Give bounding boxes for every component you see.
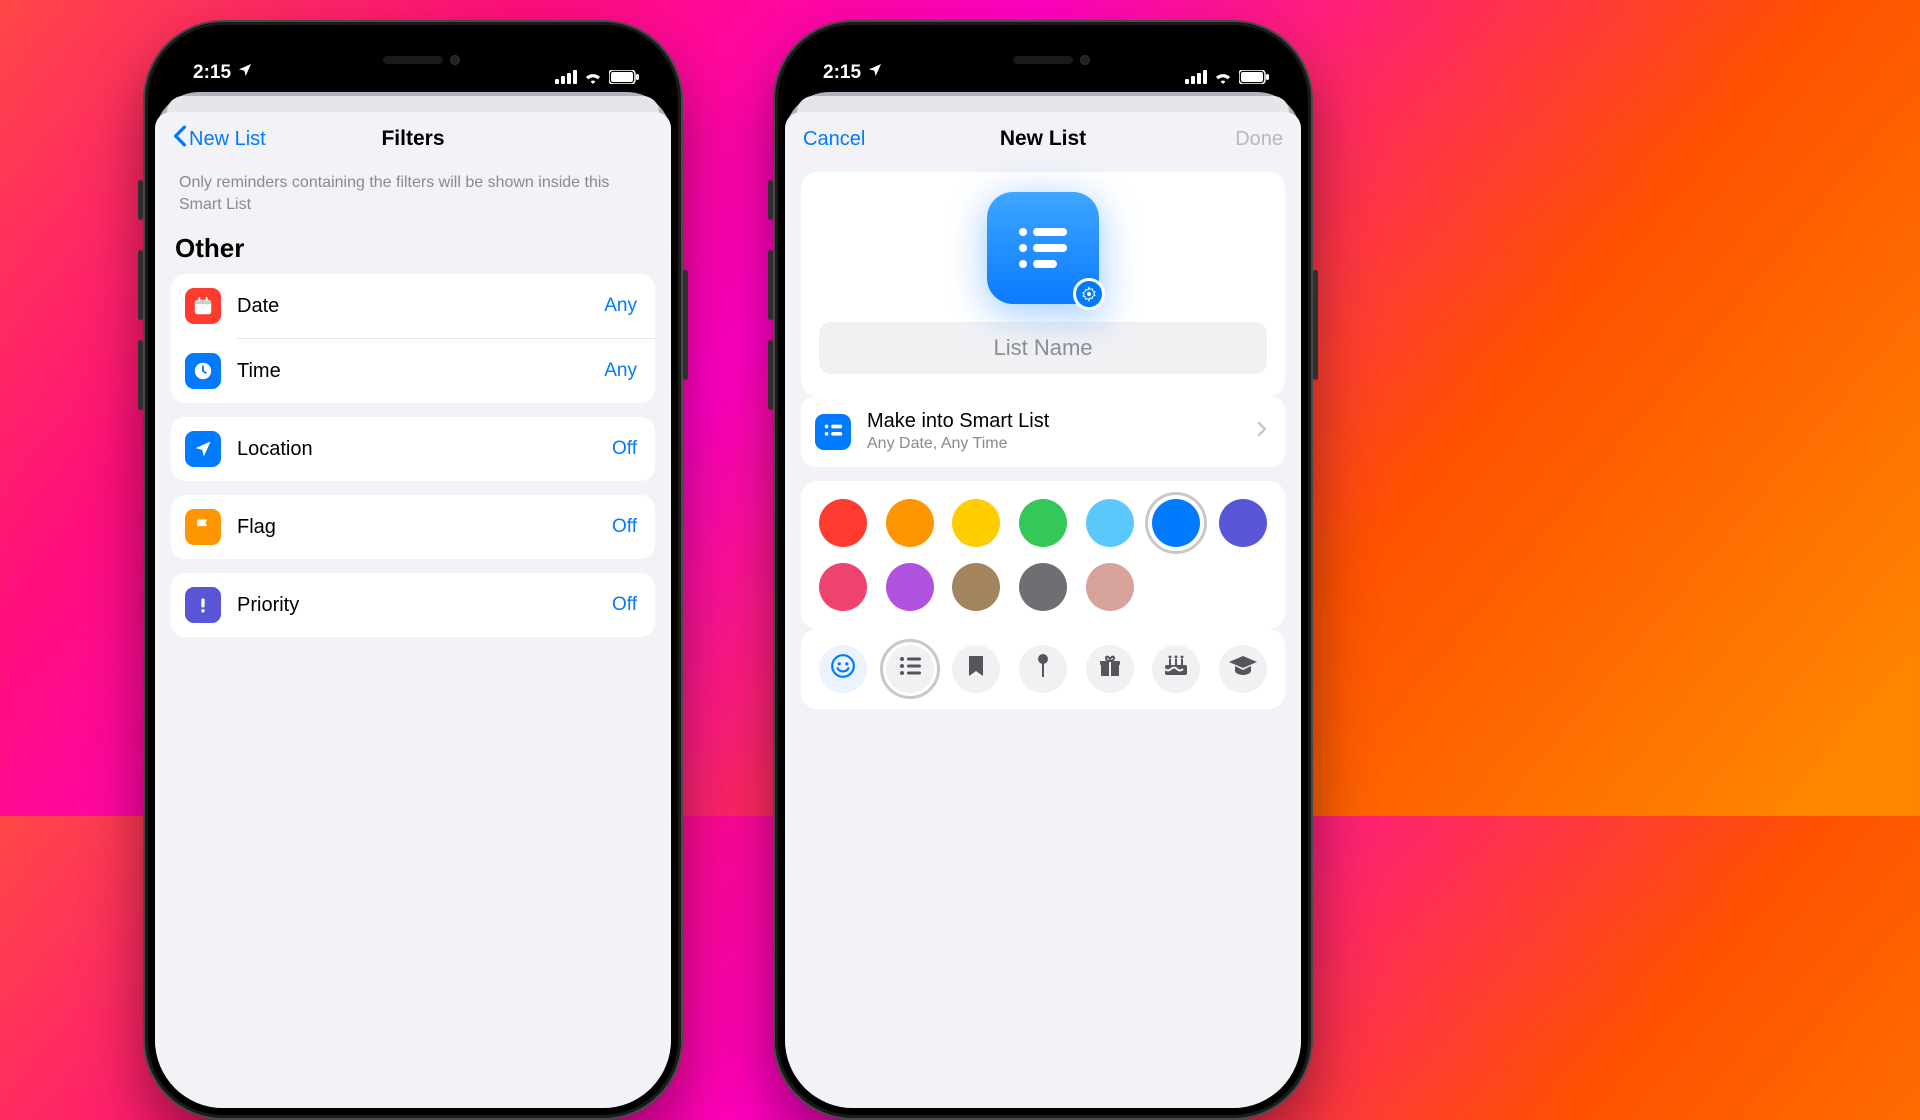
icon-pick-bookmark[interactable] — [952, 645, 1000, 693]
back-button[interactable]: New List — [173, 125, 266, 153]
filter-flag-label: Flag — [237, 516, 596, 539]
notch — [938, 42, 1148, 78]
status-time: 2:15 — [823, 62, 861, 84]
list-hero-card: List Name — [801, 172, 1285, 396]
gear-badge-icon — [1073, 278, 1105, 310]
cancel-button[interactable]: Cancel — [803, 128, 865, 151]
priority-icon — [185, 587, 221, 623]
flag-icon — [185, 509, 221, 545]
chevron-right-icon — [1257, 420, 1267, 443]
filter-row-location[interactable]: Location Off — [171, 417, 655, 481]
gift-icon — [1098, 654, 1122, 684]
filters-hint: Only reminders containing the filters wi… — [171, 166, 655, 225]
chevron-left-icon — [173, 125, 187, 153]
color-yellow[interactable] — [952, 499, 1000, 547]
phone-right: 2:15 Cancel New List Done — [773, 20, 1313, 1120]
pin-icon — [1034, 653, 1052, 685]
notch — [308, 42, 518, 78]
color-brown[interactable] — [952, 563, 1000, 611]
color-green[interactable] — [1019, 499, 1067, 547]
location-arrow-icon — [867, 62, 883, 84]
filter-date-value: Any — [604, 295, 637, 317]
cake-icon — [1163, 655, 1189, 683]
battery-icon — [609, 70, 639, 84]
color-blue[interactable] — [1152, 499, 1200, 547]
wifi-icon — [1213, 70, 1233, 84]
filter-priority-value: Off — [612, 594, 637, 616]
wifi-icon — [583, 70, 603, 84]
color-orange[interactable] — [886, 499, 934, 547]
filter-date-label: Date — [237, 295, 588, 318]
filter-location-value: Off — [612, 438, 637, 460]
color-lightblue[interactable] — [1086, 499, 1134, 547]
filter-row-time[interactable]: Time Any — [171, 339, 655, 403]
calendar-icon — [185, 288, 221, 324]
clock-icon — [185, 353, 221, 389]
location-icon — [185, 431, 221, 467]
smart-list-icon — [815, 414, 851, 450]
filter-row-flag[interactable]: Flag Off — [171, 495, 655, 559]
color-red[interactable] — [819, 499, 867, 547]
filter-priority-label: Priority — [237, 594, 596, 617]
status-time: 2:15 — [193, 62, 231, 84]
icon-pick-emoji[interactable] — [819, 645, 867, 693]
cellular-icon — [1185, 70, 1207, 84]
color-rose[interactable] — [1086, 563, 1134, 611]
screen: 2:15 New List Filters — [155, 32, 671, 1108]
page-title: Filters — [333, 127, 493, 151]
icon-picker — [801, 629, 1285, 709]
emoji-icon — [830, 653, 856, 685]
color-purple[interactable] — [886, 563, 934, 611]
page-title: New List — [963, 127, 1123, 151]
filter-time-value: Any — [604, 360, 637, 382]
back-label: New List — [189, 128, 266, 151]
filter-time-label: Time — [237, 360, 588, 383]
location-arrow-icon — [237, 62, 253, 84]
color-picker — [801, 481, 1285, 629]
list-icon-preview — [987, 192, 1099, 304]
filter-location-label: Location — [237, 438, 596, 461]
color-gray[interactable] — [1019, 563, 1067, 611]
filter-group-datetime: Date Any Time Any — [171, 274, 655, 403]
list-icon — [898, 656, 922, 682]
color-pink[interactable] — [819, 563, 867, 611]
graduation-icon — [1229, 656, 1257, 682]
color-indigo[interactable] — [1219, 499, 1267, 547]
smart-list-title: Make into Smart List — [867, 410, 1241, 433]
filter-flag-value: Off — [612, 516, 637, 538]
phone-left: 2:15 New List Filters — [143, 20, 683, 1120]
nav-bar: New List Filters — [155, 112, 671, 166]
icon-pick-cake[interactable] — [1152, 645, 1200, 693]
list-name-input[interactable]: List Name — [819, 322, 1267, 374]
make-smart-list-row[interactable]: Make into Smart List Any Date, Any Time — [801, 396, 1285, 467]
new-list-sheet: Cancel New List Done — [785, 112, 1301, 1108]
smart-list-subtitle: Any Date, Any Time — [867, 435, 1241, 453]
battery-icon — [1239, 70, 1269, 84]
filter-row-priority[interactable]: Priority Off — [171, 573, 655, 637]
done-button[interactable]: Done — [1235, 128, 1283, 151]
filter-row-date[interactable]: Date Any — [171, 274, 655, 338]
icon-pick-gift[interactable] — [1086, 645, 1134, 693]
nav-bar: Cancel New List Done — [785, 112, 1301, 166]
bookmark-icon — [967, 654, 985, 684]
screen: 2:15 Cancel New List Done — [785, 32, 1301, 1108]
cellular-icon — [555, 70, 577, 84]
section-other: Other — [171, 225, 655, 274]
icon-pick-pin[interactable] — [1019, 645, 1067, 693]
icon-pick-graduation[interactable] — [1219, 645, 1267, 693]
icon-pick-list[interactable] — [886, 645, 934, 693]
filters-sheet: New List Filters Only reminders containi… — [155, 112, 671, 1108]
